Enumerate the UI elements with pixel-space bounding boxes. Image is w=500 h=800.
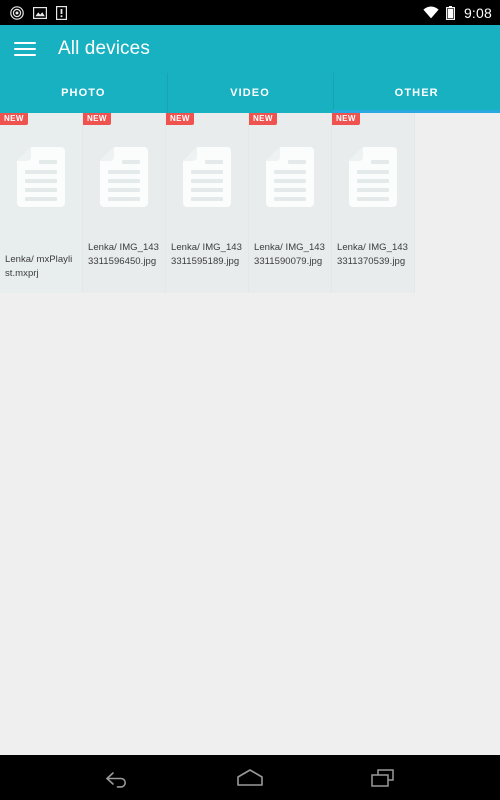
device-screen: 9:08 All devices PHOTO VIDEO OTHER NEW L… (0, 0, 500, 800)
tab-video[interactable]: VIDEO (166, 73, 334, 113)
wifi-icon (423, 6, 439, 19)
tab-video-label: VIDEO (230, 87, 270, 99)
recents-icon (371, 768, 395, 787)
hamburger-bar (14, 48, 36, 50)
document-icon (349, 147, 397, 207)
file-grid: NEW Lenka/ mxPlaylist.mxprj NEW Lenka/ I… (0, 113, 500, 293)
file-thumbnail (249, 113, 331, 241)
home-button[interactable] (226, 755, 274, 800)
hamburger-bar (14, 42, 36, 44)
status-bar-clock: 9:08 (463, 4, 492, 21)
recents-button[interactable] (359, 755, 407, 800)
file-card[interactable]: NEW Lenka/ IMG_1433311595189.jpg (166, 113, 249, 293)
file-thumbnail (83, 113, 165, 241)
new-badge: NEW (166, 113, 194, 125)
file-card[interactable]: NEW Lenka/ IMG_1433311370539.jpg (332, 113, 415, 293)
new-badge: NEW (0, 113, 28, 125)
record-circle-icon (10, 5, 24, 20)
tab-photo-label: PHOTO (61, 87, 106, 99)
hamburger-bar (14, 54, 36, 56)
tab-bar: PHOTO VIDEO OTHER (0, 73, 500, 113)
new-badge: NEW (249, 113, 277, 125)
page-title: All devices (58, 38, 150, 59)
file-list-content: NEW Lenka/ mxPlaylist.mxprj NEW Lenka/ I… (0, 113, 500, 755)
file-card[interactable]: NEW Lenka/ IMG_1433311596450.jpg (83, 113, 166, 293)
back-icon (105, 771, 126, 788)
home-icon (237, 768, 263, 786)
app-bar: All devices (0, 25, 500, 73)
photo-icon (33, 6, 47, 19)
file-card[interactable]: NEW Lenka/ IMG_1433311590079.jpg (249, 113, 332, 293)
status-bar-right-icons: 9:08 (423, 5, 492, 21)
file-name: Lenka/ IMG_1433311595189.jpg (171, 242, 242, 267)
hamburger-menu-icon[interactable] (14, 40, 36, 58)
status-bar-left-icons (10, 5, 67, 20)
document-icon (183, 147, 231, 207)
document-icon (266, 147, 314, 207)
file-name: Lenka/ IMG_1433311370539.jpg (337, 242, 408, 267)
file-thumbnail (166, 113, 248, 241)
new-badge: NEW (332, 113, 360, 125)
android-navigation-bar (0, 755, 500, 800)
file-thumbnail (332, 113, 414, 241)
new-badge: NEW (83, 113, 111, 125)
tab-photo[interactable]: PHOTO (0, 73, 167, 113)
back-button[interactable] (93, 755, 141, 800)
battery-icon (445, 5, 455, 20)
tab-other[interactable]: OTHER (333, 73, 500, 113)
file-thumbnail (0, 113, 82, 241)
alert-box-icon (56, 5, 67, 20)
file-name: Lenka/ mxPlaylist.mxprj (5, 254, 73, 279)
document-icon (17, 147, 65, 207)
file-name: Lenka/ IMG_1433311596450.jpg (88, 242, 159, 267)
file-name: Lenka/ IMG_1433311590079.jpg (254, 242, 325, 267)
status-bar: 9:08 (0, 0, 500, 25)
file-card[interactable]: NEW Lenka/ mxPlaylist.mxprj (0, 113, 83, 293)
document-icon (100, 147, 148, 207)
tab-other-label: OTHER (394, 87, 439, 99)
